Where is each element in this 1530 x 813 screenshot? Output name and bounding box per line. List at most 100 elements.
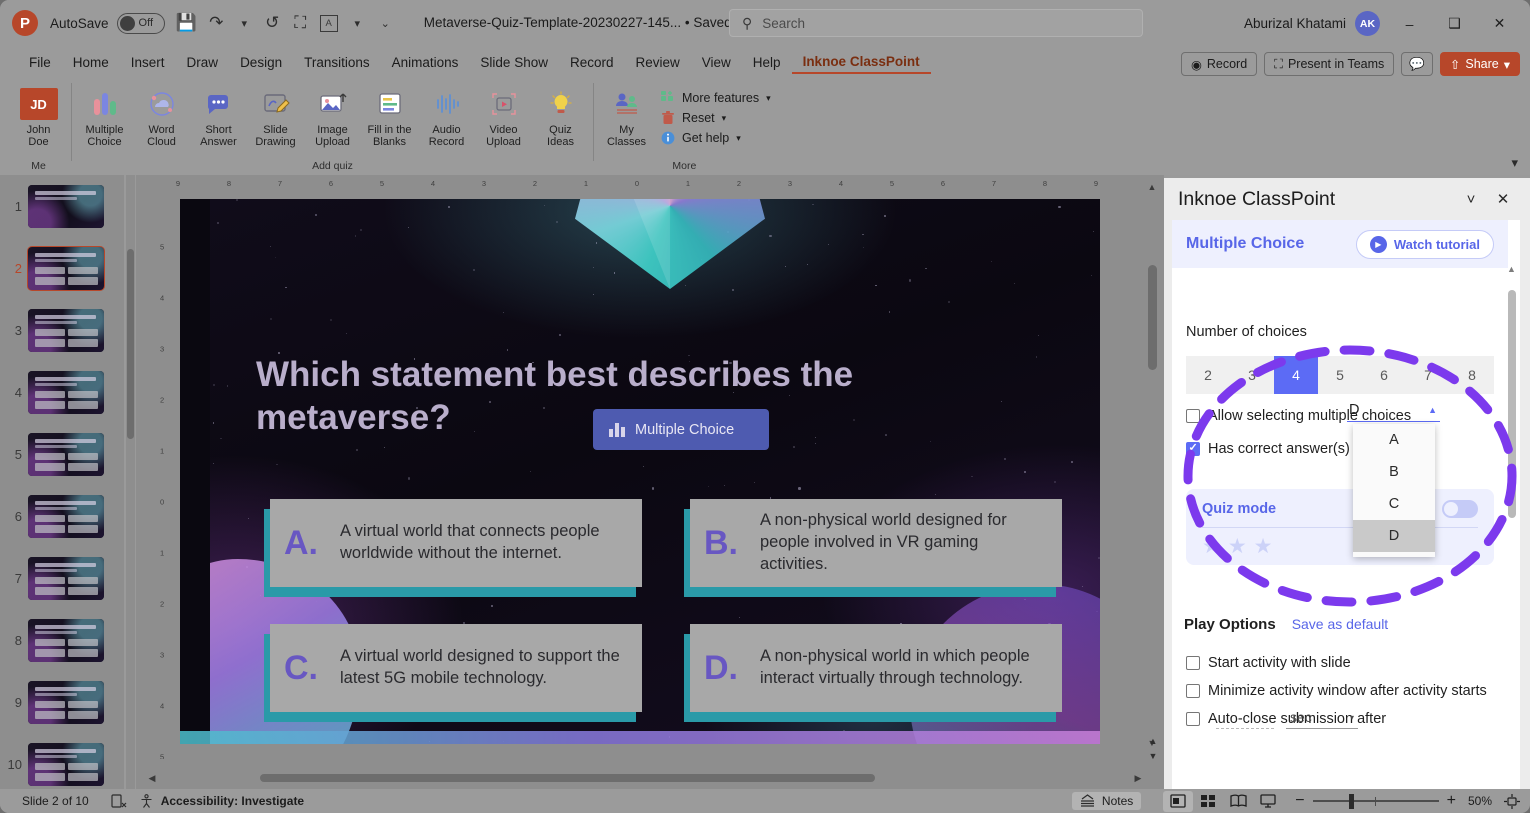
choice-a[interactable]: A. A virtual world that connects people … (264, 499, 642, 597)
slide-thumbnail-10[interactable]: 10 (0, 733, 124, 789)
star-1-icon[interactable]: ★ (1202, 534, 1221, 559)
text-chevron-icon[interactable]: ▾ (349, 11, 366, 35)
choice-count-2[interactable]: 2 (1186, 356, 1230, 394)
slide-thumbnail-3[interactable]: 3 (0, 299, 124, 361)
thumbnail-preview[interactable] (28, 494, 104, 538)
tab-transitions[interactable]: Transitions (293, 52, 381, 73)
minimize-window-row[interactable]: Minimize activity window after activity … (1186, 683, 1487, 699)
has-correct-answer-checkbox[interactable] (1186, 441, 1200, 456)
zoom-in-button[interactable]: + (1447, 792, 1456, 810)
restore-button[interactable]: ❑ (1432, 8, 1477, 39)
tab-record[interactable]: Record (559, 52, 625, 73)
zoom-knob[interactable] (1348, 793, 1354, 809)
choice-count-4[interactable]: 4 (1274, 356, 1318, 394)
accessibility-status[interactable]: Accessibility: Investigate (139, 793, 304, 809)
ribbon-item-quiz-ideas[interactable]: Quiz Ideas (532, 84, 589, 151)
slide-thumbnail-6[interactable]: 6 (0, 485, 124, 547)
slide-vertical-scrollbar[interactable]: ▲ ▼ (1145, 180, 1159, 750)
text-box-icon[interactable]: A (319, 14, 338, 32)
present-icon[interactable]: ⛶ (292, 11, 309, 35)
thumbnail-preview[interactable] (28, 308, 104, 352)
scroll-left-icon[interactable]: ◀ (145, 771, 159, 785)
notes-button[interactable]: Notes (1071, 792, 1142, 810)
share-button[interactable]: ⇧ Share ▾ (1439, 52, 1520, 76)
watch-tutorial-button[interactable]: ▶ Watch tutorial (1355, 229, 1494, 259)
slide-thumbnail-1[interactable]: 1 (0, 175, 124, 237)
choice-count-7[interactable]: 7 (1406, 356, 1450, 394)
close-icon[interactable]: ✕ (1490, 186, 1516, 212)
more-features-chevron-icon[interactable]: ▾ (766, 93, 771, 104)
start-activity-checkbox[interactable] (1186, 656, 1200, 670)
ribbon-item-short-answer[interactable]: Short Answer (190, 84, 247, 151)
thumbnail-preview[interactable] (28, 432, 104, 476)
choice-count-3[interactable]: 3 (1230, 356, 1274, 394)
undo-icon[interactable]: ↷ (208, 11, 225, 35)
next-slide-button[interactable]: ▼ (1145, 748, 1161, 763)
present-in-teams-button[interactable]: ⛶ Present in Teams (1264, 52, 1395, 76)
ribbon-item-fill-in-the-blanks[interactable]: Fill in the Blanks (361, 84, 418, 151)
correct-answer-select[interactable]: D ▲ (1347, 399, 1440, 422)
tab-inknoe-classpoint[interactable]: Inknoe ClassPoint (791, 51, 931, 74)
ribbon-item-image-upload[interactable]: Image Upload (304, 84, 361, 151)
tab-file[interactable]: File (18, 52, 62, 73)
scroll-up-icon[interactable]: ▲ (1145, 180, 1159, 194)
autosave-toggle[interactable]: Off (116, 12, 165, 34)
tab-design[interactable]: Design (229, 52, 293, 73)
ribbon-item-slide-drawing[interactable]: Slide Drawing (247, 84, 304, 151)
slide-thumbnail-4[interactable]: 4 (0, 361, 124, 423)
language-icon[interactable] (111, 793, 127, 809)
vertical-scroll-thumb[interactable] (1148, 265, 1157, 370)
thumbnail-preview[interactable] (28, 556, 104, 600)
customize-quick-access-icon[interactable]: ⌄ (377, 11, 394, 35)
slide-horizontal-scrollbar[interactable]: ◀ ▶ (145, 770, 1145, 786)
ribbon-item-video-upload[interactable]: Video Upload (475, 84, 532, 151)
minimize-button[interactable]: – (1387, 8, 1432, 39)
slide-thumbnail-pane[interactable]: 1 2 3 4 5 6 7 8 9 10 (0, 175, 124, 789)
slide-thumbnail-8[interactable]: 8 (0, 609, 124, 671)
tab-slide-show[interactable]: Slide Show (469, 52, 559, 73)
difficulty-stars[interactable]: ★ ★ ★ (1202, 534, 1478, 559)
choice-count-6[interactable]: 6 (1362, 356, 1406, 394)
zoom-out-button[interactable]: − (1295, 792, 1304, 810)
tab-animations[interactable]: Animations (381, 52, 470, 73)
previous-slide-button[interactable]: ▲ (1145, 733, 1161, 748)
close-button[interactable]: ✕ (1477, 8, 1522, 39)
slide-thumbnail-9[interactable]: 9 (0, 671, 124, 733)
ribbon-item-word-cloud[interactable]: Word Cloud (133, 84, 190, 151)
zoom-slider[interactable] (1312, 793, 1439, 809)
save-icon[interactable]: 💾 (176, 11, 197, 35)
ribbon-item-audio-record[interactable]: Audio Record (418, 84, 475, 151)
scroll-right-icon[interactable]: ▶ (1131, 771, 1145, 785)
choice-c[interactable]: C. A virtual world designed to support t… (264, 624, 642, 722)
cp-scroll-up-icon[interactable]: ▲ (1505, 262, 1518, 276)
allow-multiple-checkbox[interactable] (1186, 409, 1200, 423)
thumbnail-scrollbar[interactable] (126, 175, 135, 789)
thumbnail-preview[interactable] (27, 245, 105, 291)
ribbon-item-john-doe[interactable]: JD John Doe (10, 84, 67, 151)
duration-input[interactable] (1216, 709, 1274, 729)
search-box[interactable]: ⚲ Search (729, 9, 1143, 37)
number-of-choices-selector[interactable]: 2 3 4 5 6 7 8 (1186, 356, 1494, 394)
classpoint-scrollbar[interactable]: ▲ ▼ (1505, 262, 1518, 813)
tab-insert[interactable]: Insert (120, 52, 176, 73)
get-help-button[interactable]: Get help ▾ (661, 131, 771, 145)
minimize-window-checkbox[interactable] (1186, 684, 1200, 698)
choice-count-8[interactable]: 8 (1450, 356, 1494, 394)
correct-answer-dropdown[interactable]: A B C D (1353, 424, 1435, 557)
current-slide[interactable]: Which statement best describes the metav… (180, 199, 1100, 744)
slide-thumbnail-2[interactable]: 2 (0, 237, 124, 299)
star-2-icon[interactable]: ★ (1228, 534, 1247, 559)
get-help-chevron-icon[interactable]: ▾ (736, 133, 741, 144)
slide-sorter-view-button[interactable] (1193, 791, 1223, 812)
duration-unit-select[interactable]: sec ▾ (1286, 707, 1358, 729)
chevron-up-icon[interactable]: ▲ (1428, 405, 1437, 415)
tab-view[interactable]: View (691, 52, 742, 73)
ribbon-item-my-classes[interactable]: My Classes (598, 84, 655, 151)
tab-review[interactable]: Review (625, 52, 691, 73)
star-3-icon[interactable]: ★ (1254, 534, 1273, 559)
horizontal-scroll-thumb[interactable] (260, 774, 875, 782)
quiz-mode-toggle[interactable] (1442, 500, 1478, 518)
slide-counter[interactable]: Slide 2 of 10 (22, 794, 89, 808)
share-chevron-icon[interactable]: ▾ (1504, 57, 1510, 72)
user-account[interactable]: Aburizal Khatami AK (1244, 11, 1380, 36)
